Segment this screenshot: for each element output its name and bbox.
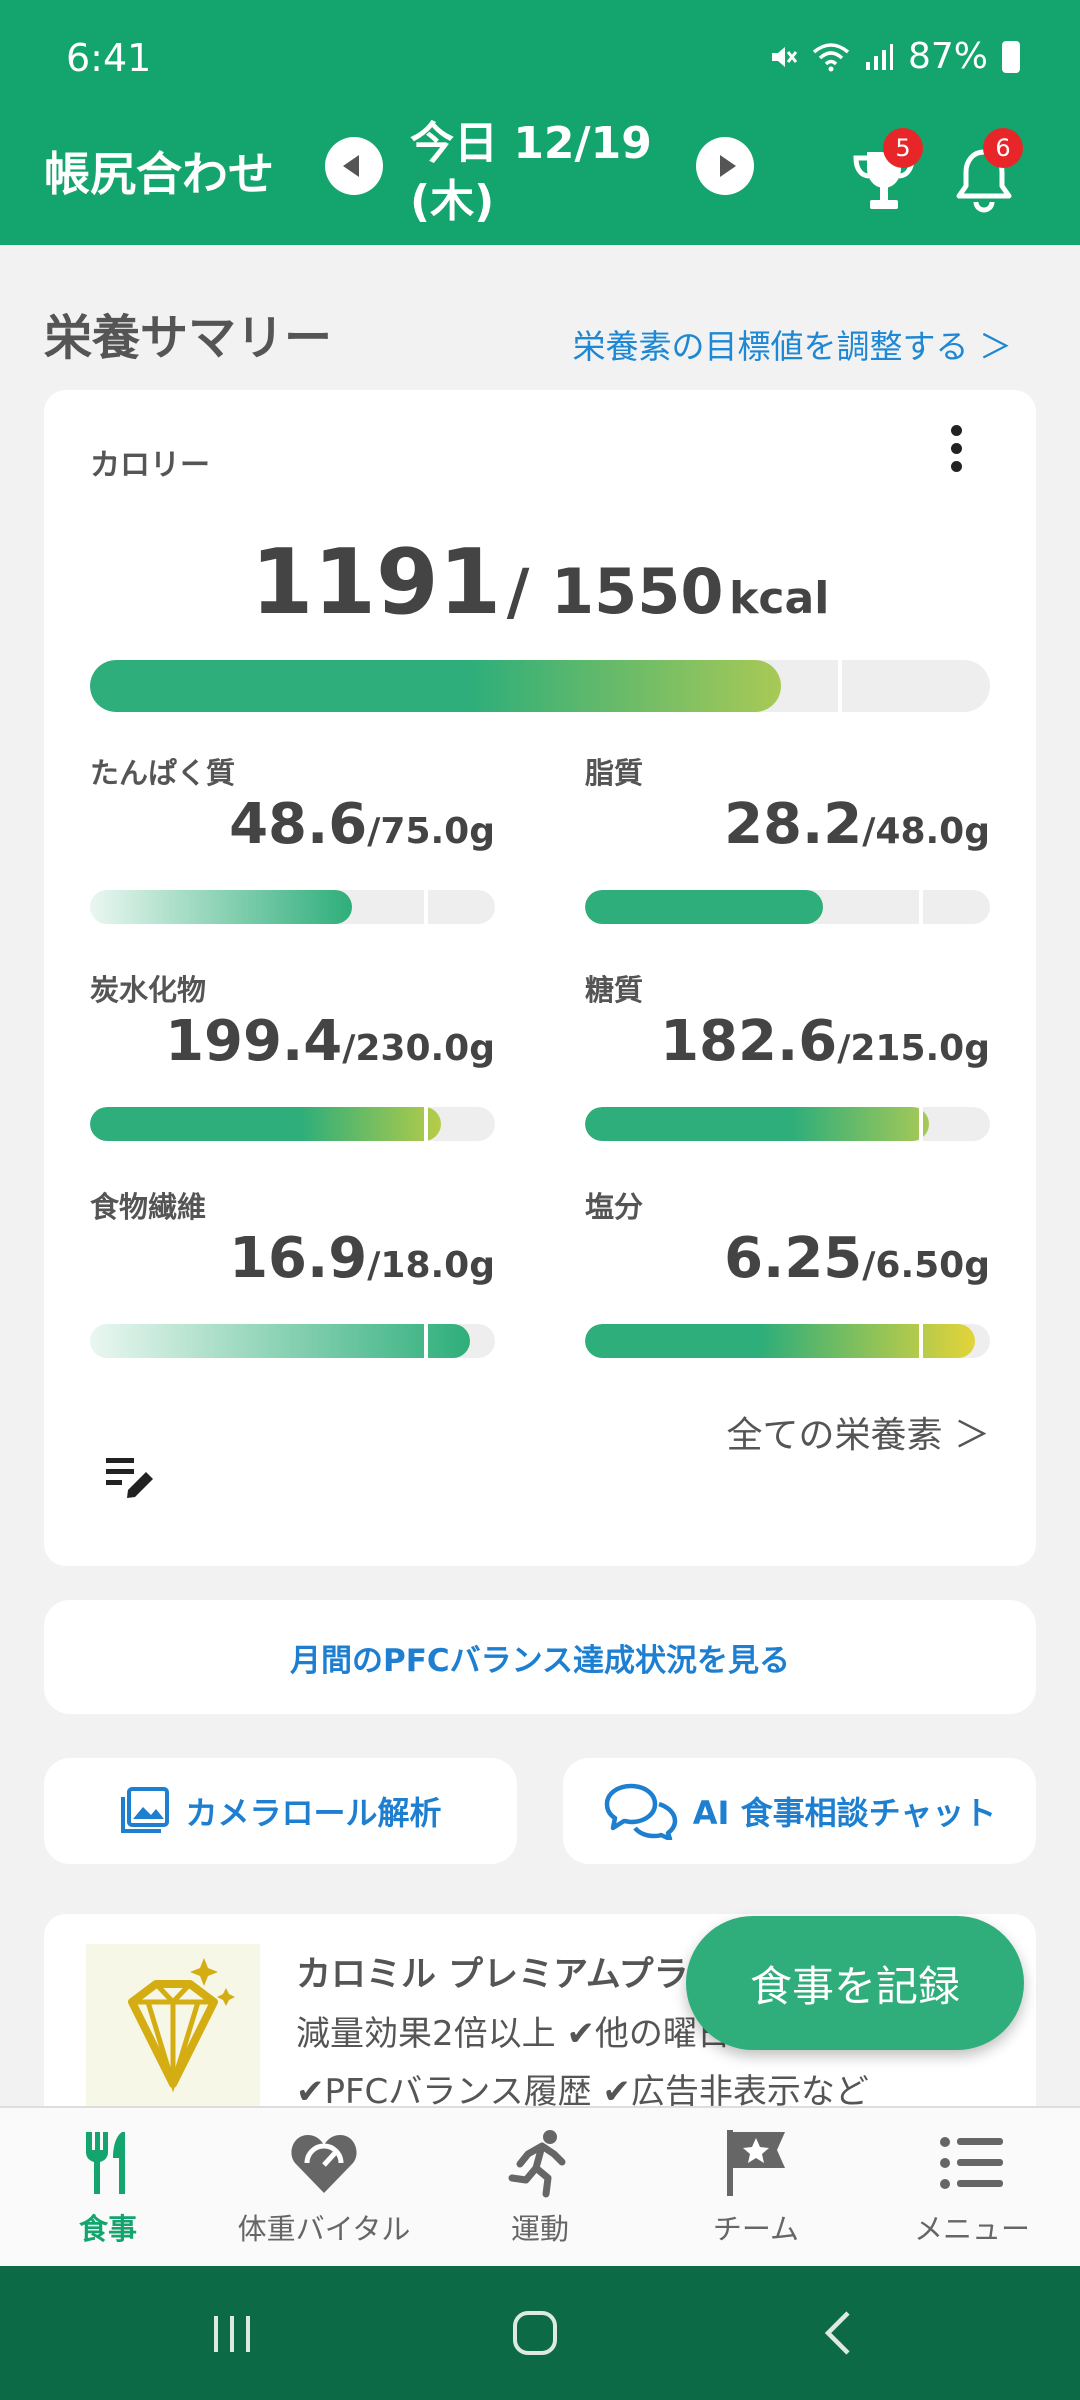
gallery-icon: [121, 1787, 170, 1833]
weekday-line: (木): [410, 176, 495, 227]
mute-icon: [771, 46, 798, 67]
system-navigation-bar: [0, 2266, 1080, 2400]
tab-label: 運動: [510, 2212, 569, 2246]
nutrient-value: 6.25/6.50g: [724, 1226, 990, 1291]
monthly-pfc-button[interactable]: 月間のPFCバランス達成状況を見る: [44, 1600, 1036, 1714]
premium-benefits-line1: 減量効果2倍以上 ✔他の曜日: [296, 2014, 731, 2054]
status-time: 6:41: [66, 36, 152, 80]
diamond-icon: [128, 1958, 235, 2093]
nutrient-fiber: 食物繊維 16.9/18.0g: [90, 1184, 495, 1384]
signal-icon: [865, 43, 893, 70]
nutrient-value: 199.4/230.0g: [165, 1009, 495, 1074]
page-title: 帳尻合わせ: [44, 147, 274, 201]
nutrient-progress-fill: [90, 1107, 442, 1141]
battery-icon: [1002, 40, 1020, 73]
recent-apps-icon[interactable]: [208, 2312, 258, 2356]
calorie-unit: kcal: [729, 573, 830, 624]
menu-list-icon: [940, 2137, 1003, 2189]
calorie-current: 1191: [250, 530, 502, 635]
nutrient-progress-fill: [90, 890, 353, 924]
nutrient-label: 塩分: [585, 1190, 644, 1224]
bottom-navigation: 食事 体重バイタル 運動 チーム メニュー: [0, 2106, 1080, 2266]
nutrient-label: 炭水化物: [90, 973, 207, 1007]
ai-chat-label: AI 食事相談チャット: [692, 1794, 997, 1832]
nutrient-value: 16.9/18.0g: [229, 1226, 495, 1291]
nutrient-progress-bar: [585, 1324, 990, 1358]
record-meal-button[interactable]: 食事を記録: [686, 1916, 1024, 2050]
nutrient-value: 182.6/215.0g: [660, 1009, 990, 1074]
nutrient-carbohydrate: 炭水化物 199.4/230.0g: [90, 967, 495, 1167]
nutrient-protein: たんぱく質 48.6/75.0g: [90, 750, 495, 950]
battery-text: 87%: [907, 36, 988, 77]
fork-knife-icon: [86, 2132, 125, 2194]
camera-roll-label: カメラロール解析: [185, 1794, 442, 1832]
back-icon[interactable]: [818, 2308, 858, 2358]
flag-icon: [727, 2130, 785, 2196]
nutrient-progress-bar: [585, 890, 990, 924]
calorie-target: / 1550: [506, 555, 724, 628]
nutrient-progress-fill: [585, 890, 824, 924]
notification-badge: 6: [983, 128, 1023, 168]
all-nutrients-link[interactable]: 全ての栄養素 ＞: [727, 1406, 990, 1458]
tab-team[interactable]: チーム: [648, 2126, 864, 2248]
nutrition-card: カロリー 1191 / 1550 kcal たんぱく質 48.6/75.0g 脂…: [44, 390, 1036, 1566]
next-day-button[interactable]: [696, 137, 754, 195]
nutrient-fat: 脂質 28.2/48.0g: [585, 750, 990, 950]
ai-chat-button[interactable]: AI 食事相談チャット: [563, 1758, 1036, 1864]
nutrient-progress-bar: [90, 1324, 495, 1358]
nutrient-salt: 塩分 6.25/6.50g: [585, 1184, 990, 1384]
nutrient-progress-fill: [585, 1107, 929, 1141]
edit-list-icon[interactable]: [104, 1450, 160, 1500]
notification-button[interactable]: 6: [945, 128, 1025, 220]
tab-label: 体重バイタル: [237, 2212, 411, 2246]
home-icon[interactable]: [510, 2308, 560, 2358]
nutrient-label: 糖質: [585, 973, 644, 1007]
calorie-progress-fill: [90, 660, 782, 712]
status-icons: 87%: [768, 36, 1020, 77]
nutrient-progress-bar: [585, 1107, 990, 1141]
nutrition-summary-title: 栄養サマリー: [44, 310, 333, 366]
tab-label: メニュー: [913, 2212, 1030, 2246]
tab-label: チーム: [712, 2212, 800, 2246]
heart-scale-icon: [291, 2135, 357, 2193]
chat-bubbles-icon: [604, 1783, 677, 1840]
previous-day-button[interactable]: [325, 137, 383, 195]
trophy-badge: 5: [883, 128, 923, 168]
nutrient-progress-bar: [90, 1107, 495, 1141]
current-date[interactable]: 今日 12/19 (木): [410, 115, 670, 231]
tab-menu[interactable]: メニュー: [864, 2126, 1080, 2248]
nutrient-progress-bar: [90, 890, 495, 924]
tab-weight-vitals[interactable]: 体重バイタル: [216, 2126, 432, 2248]
adjust-targets-link[interactable]: 栄養素の目標値を調整する ＞: [573, 320, 1013, 368]
calorie-label: カロリー: [90, 448, 210, 483]
more-options-button[interactable]: [946, 420, 966, 480]
nutrient-label: 食物繊維: [90, 1190, 207, 1224]
running-icon: [508, 2130, 566, 2198]
nutrient-sugar: 糖質 182.6/215.0g: [585, 967, 990, 1167]
camera-roll-button[interactable]: カメラロール解析: [44, 1758, 517, 1864]
trophy-button[interactable]: 5: [845, 128, 925, 220]
nutrient-progress-fill: [90, 1324, 471, 1358]
diamond-image: [86, 1944, 260, 2118]
wifi-icon: [812, 42, 850, 71]
monthly-pfc-label: 月間のPFCバランス達成状況を見る: [289, 1642, 791, 1679]
nutrient-label: 脂質: [585, 756, 644, 790]
nutrient-progress-fill: [585, 1324, 975, 1358]
calorie-progress-bar: [90, 660, 990, 712]
date-line: 今日 12/19: [410, 118, 652, 169]
tab-exercise[interactable]: 運動: [432, 2126, 648, 2248]
premium-title: カロミル プレミアムプラン: [296, 1955, 724, 1995]
app-header: 6:41 87% 帳尻合わせ 今日 12/19 (木) 5 6: [0, 0, 1080, 245]
tab-label: 食事: [78, 2212, 137, 2246]
nutrient-value: 48.6/75.0g: [229, 792, 495, 857]
nutrient-label: たんぱく質: [90, 756, 236, 790]
calorie-values: 1191 / 1550 kcal: [44, 530, 1036, 635]
tab-meal[interactable]: 食事: [0, 2126, 216, 2248]
nutrient-value: 28.2/48.0g: [724, 792, 990, 857]
